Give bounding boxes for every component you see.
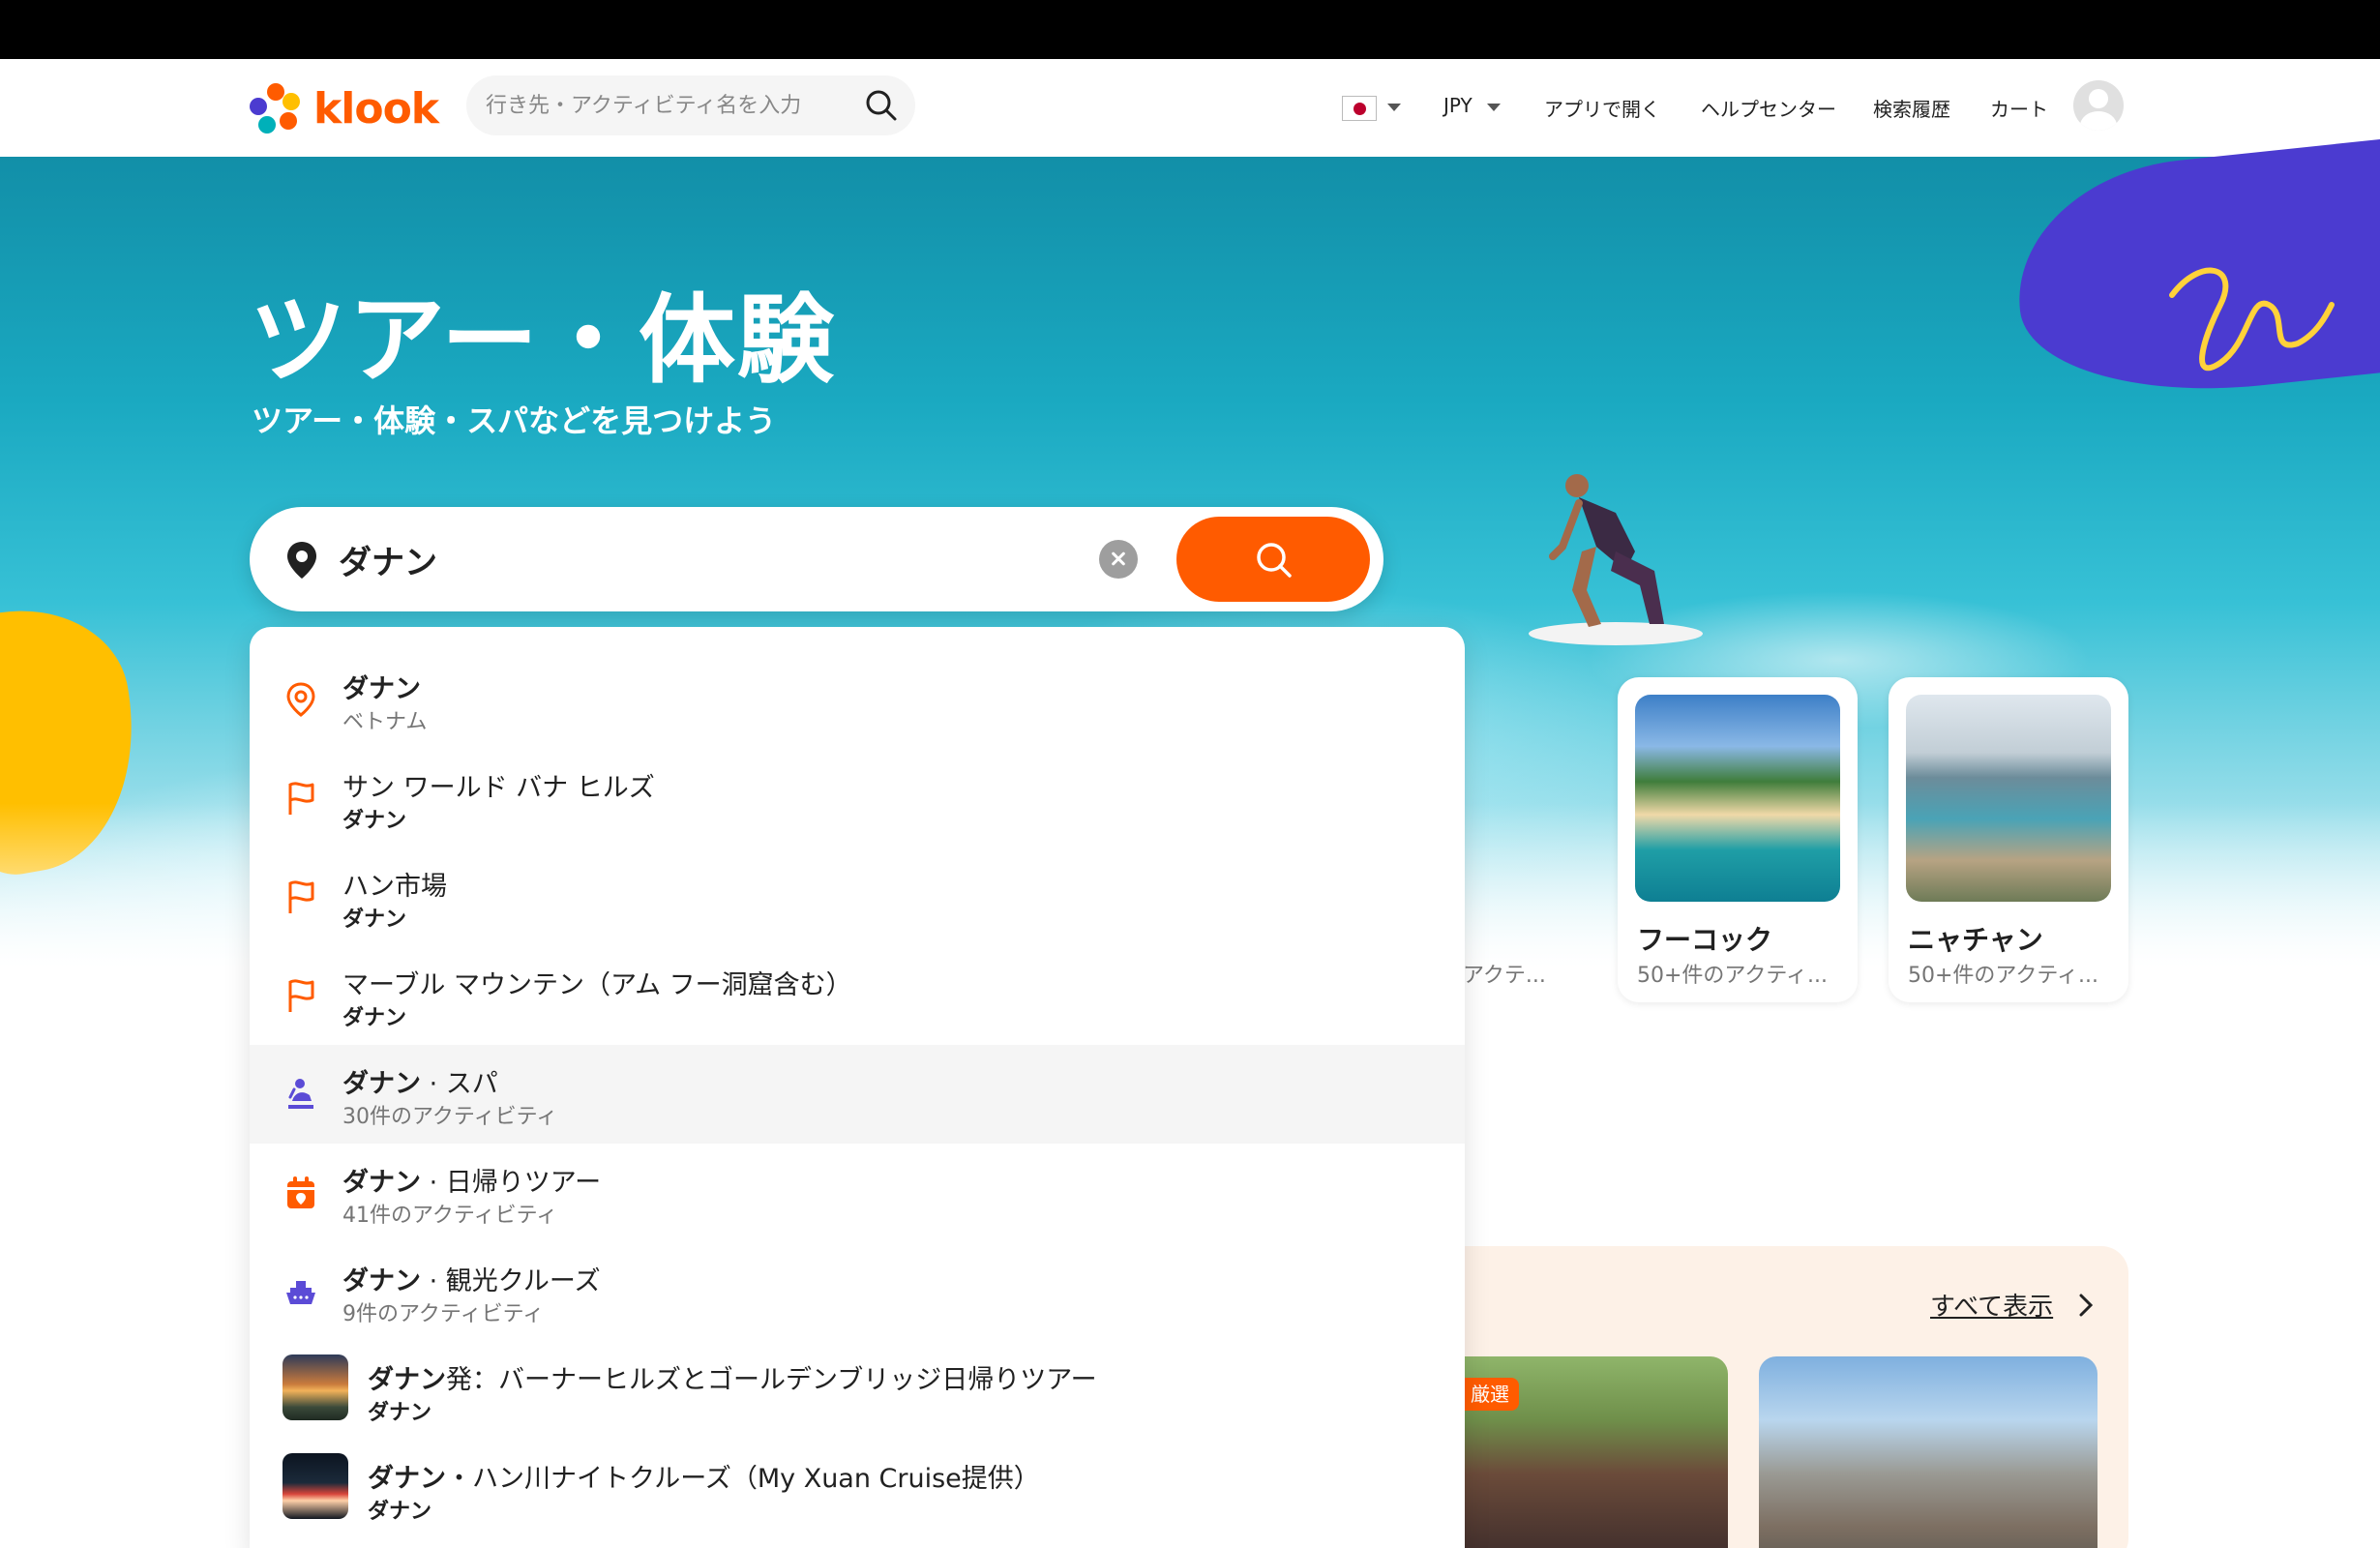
suggestion-title: ダナン · 観光クルーズ <box>342 1266 601 1296</box>
search-icon[interactable] <box>865 89 898 122</box>
suggestion-title: ダナン · スパ <box>342 1069 498 1099</box>
destination-search-bar[interactable] <box>250 507 1383 611</box>
suggestion-item[interactable]: ダナン · 日帰りツアー 41件のアクティビティ <box>250 1144 1465 1242</box>
flag-icon <box>288 979 314 1012</box>
destination-image <box>1635 695 1840 902</box>
location-pin-icon <box>287 542 316 579</box>
suggestion-item[interactable]: ダナン・ハン川ナイトクルーズ（My Xuan Cruise提供） ダナン <box>250 1440 1465 1538</box>
klook-logo[interactable]: klook <box>248 82 439 134</box>
suggestion-item[interactable]: ダナン · 観光クルーズ 9件のアクティビティ <box>250 1242 1465 1341</box>
header-search-input[interactable] <box>486 75 853 135</box>
suggestion-item[interactable]: ダナン ベトナム <box>250 650 1465 749</box>
suggestion-subtitle: 41件のアクティビティ <box>342 1204 558 1228</box>
suggestion-item-highlighted[interactable]: ダナン · スパ 30件のアクティビティ <box>250 1045 1465 1144</box>
destination-count: 50+件のアクティ... <box>1908 964 2098 988</box>
suggestion-thumbnail <box>283 1453 348 1519</box>
flag-icon <box>288 782 314 815</box>
logo-text: klook <box>313 83 439 134</box>
klook-logo-icon <box>250 83 300 134</box>
suggestion-subtitle: ダナン <box>342 1006 407 1030</box>
chevron-down-icon[interactable] <box>1487 104 1501 111</box>
suggestion-item[interactable]: ダナン発：バーナーヒルズとゴールデンブリッジ日帰りツアー ダナン <box>250 1341 1465 1440</box>
currency-selector[interactable]: JPY <box>1443 94 1473 117</box>
user-avatar[interactable] <box>2073 80 2124 131</box>
suggestion-title: ハン市場 <box>342 872 447 902</box>
suggestion-subtitle: ベトナム <box>342 710 428 734</box>
suggestion-title: ダナン発：バーナーヒルズとゴールデンブリッジ日帰りツアー <box>368 1365 1097 1395</box>
curated-badge: 厳選 <box>1461 1378 1519 1411</box>
destination-name: フーコック <box>1637 924 1773 956</box>
decorative-squiggle-icon <box>2169 267 2335 372</box>
chevron-right-icon[interactable] <box>2076 1293 2096 1318</box>
flag-icon <box>288 880 314 913</box>
promo-image[interactable] <box>1759 1356 2097 1548</box>
spa-icon <box>288 1079 313 1109</box>
search-icon <box>1257 543 1292 578</box>
destination-search-input[interactable] <box>339 507 1016 611</box>
destination-name: ニャチャン <box>1908 924 2043 956</box>
suggestion-thumbnail <box>283 1354 348 1420</box>
search-history-link[interactable]: 検索履歴 <box>1873 94 1950 122</box>
suggestion-item[interactable]: マーブル マウンテン（アム フー洞窟含む） ダナン <box>250 946 1465 1045</box>
destination-image <box>1906 695 2111 902</box>
help-center-link[interactable]: ヘルプセンター <box>1701 94 1836 122</box>
destination-card-nha-trang[interactable]: ニャチャン 50+件のアクティ... <box>1889 677 2128 1002</box>
suggestion-subtitle: ダナン <box>342 809 407 833</box>
suggestion-subtitle: 9件のアクティビティ <box>342 1302 545 1326</box>
chevron-down-icon[interactable] <box>1387 104 1401 111</box>
destination-card-phu-quoc[interactable]: フーコック 50+件のアクティ... <box>1618 677 1858 1002</box>
cruise-ship-icon <box>286 1281 315 1304</box>
suggestion-title: サン ワールド バナ ヒルズ <box>342 773 655 803</box>
search-suggestions-dropdown: ダナン ベトナム サン ワールド バナ ヒルズ ダナン ハン市場 ダナン マーブ… <box>250 627 1465 1548</box>
suggestion-subtitle: ダナン <box>342 908 407 932</box>
hero-subtitle: ツアー・体験・スパなどを見つけよう <box>252 402 777 439</box>
suggestion-title: ダナン <box>342 674 421 704</box>
suggestion-subtitle: ダナン <box>368 1401 432 1425</box>
suggestion-item[interactable]: ハン市場 ダナン <box>250 848 1465 946</box>
surfer-image <box>1529 474 1703 645</box>
see-all-link[interactable]: すべて表示 <box>1930 1287 2053 1323</box>
header-search-box[interactable] <box>466 75 915 135</box>
suggestion-title: マーブル マウンテン（アム フー洞窟含む） <box>342 970 852 1000</box>
clear-search-button[interactable] <box>1099 540 1138 579</box>
open-app-link[interactable]: アプリで開く <box>1544 94 1660 122</box>
search-button[interactable] <box>1176 517 1370 602</box>
suggestion-subtitle: ダナン <box>368 1500 432 1524</box>
destination-count: 50+件のアクティ... <box>1637 964 1828 988</box>
suggestion-title: ダナン・ハン川ナイトクルーズ（My Xuan Cruise提供） <box>368 1464 1040 1494</box>
window-top-bar <box>0 0 2380 59</box>
calendar-icon <box>287 1176 314 1208</box>
location-pin-icon <box>286 682 315 717</box>
cart-link[interactable]: カート <box>1990 94 2048 122</box>
japan-flag-icon[interactable] <box>1342 96 1377 121</box>
suggestion-subtitle: 30件のアクティビティ <box>342 1105 558 1129</box>
hero-title: ツアー・体験 <box>250 283 836 397</box>
site-header: klook JPY アプリで開く ヘルプセンター 検索履歴 カート <box>0 59 2380 157</box>
suggestion-item[interactable]: サン ワールド バナ ヒルズ ダナン <box>250 749 1465 848</box>
suggestion-title: ダナン · 日帰りツアー <box>342 1168 602 1198</box>
